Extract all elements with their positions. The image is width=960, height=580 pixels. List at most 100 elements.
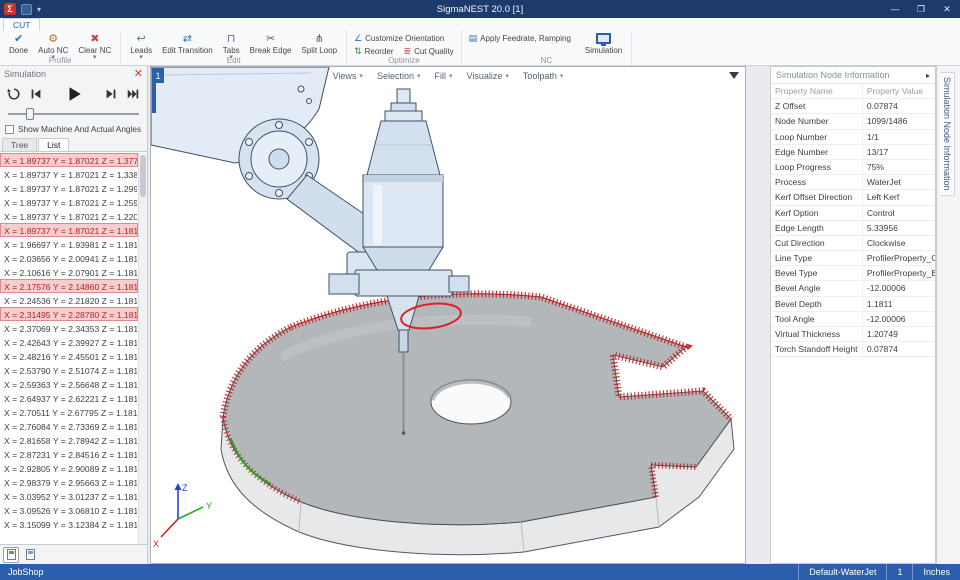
coordinate-row[interactable]: X = 2.70511 Y = 2.67795 Z = 1.18110 Ma — [0, 405, 138, 419]
coordinate-row[interactable]: X = 2.59363 Y = 2.56648 Z = 1.18110 Ma — [0, 377, 138, 391]
tab-tree[interactable]: Tree — [2, 138, 37, 151]
viewport-3d[interactable]: 1 Views▾ Selection▾ Fill▾ Visualize▾ Too… — [150, 66, 746, 564]
viewport-menu-item[interactable]: Views▾ — [333, 71, 363, 81]
property-row[interactable]: Bevel Angle -12.00006 — [771, 281, 935, 296]
done-button[interactable]: ✔ Done — [5, 32, 32, 56]
customize-orientation-button[interactable]: ∠ Customize Orientation — [351, 32, 457, 44]
slider-thumb[interactable] — [26, 108, 34, 120]
coordinate-row[interactable]: X = 1.89737 Y = 1.87021 Z = 1.18110 Ma — [0, 223, 138, 237]
coordinate-row[interactable]: X = 2.24536 Y = 2.21820 Z = 1.18110 Ma — [0, 293, 138, 307]
replay-loop-button[interactable] — [6, 86, 22, 102]
skip-to-start-button[interactable] — [28, 86, 44, 102]
split-loop-button[interactable]: ⋔ Split Loop — [297, 32, 341, 56]
property-row[interactable]: Torch Standoff Height 0.07874 — [771, 342, 935, 357]
viewport-menu-item[interactable]: Selection▾ — [377, 71, 421, 81]
skip-to-end-button[interactable] — [125, 86, 141, 102]
coordinate-row[interactable]: X = 2.76084 Y = 2.73369 Z = 1.18110 Ma — [0, 419, 138, 433]
property-value: ProfilerProperty_Cut — [863, 251, 935, 265]
tab-list[interactable]: List — [38, 138, 69, 151]
coordinate-row[interactable]: X = 2.42643 Y = 2.39927 Z = 1.18110 Ma — [0, 335, 138, 349]
break-edge-button[interactable]: ✂ Break Edge — [246, 32, 296, 56]
status-units[interactable]: Inches — [912, 564, 960, 580]
property-row[interactable]: Tool Angle -12.00006 — [771, 312, 935, 327]
coordinate-row[interactable]: X = 2.81658 Y = 2.78942 Z = 1.18110 Ma — [0, 433, 138, 447]
coordinate-row[interactable]: X = 2.48216 Y = 2.45501 Z = 1.18110 Ma — [0, 349, 138, 363]
app-icon[interactable]: Σ — [4, 3, 16, 15]
quick-access-icon[interactable] — [21, 4, 32, 15]
viewport-menu-item[interactable]: Fill▾ — [434, 71, 452, 81]
property-row[interactable]: Kerf Option Control — [771, 206, 935, 221]
simulation-panel-close-icon[interactable]: ✕ — [134, 67, 143, 81]
coordinate-row[interactable]: X = 2.37069 Y = 2.34353 Z = 1.18110 Ma — [0, 321, 138, 335]
sigmanest-window: Σ ▾ SigmaNEST 20.0 [1] — ❐ ✕ CUT ✔ Done … — [0, 0, 960, 580]
node-info-arrow-icon[interactable]: ▸ — [926, 71, 930, 80]
ribbon-tab-cut[interactable]: CUT — [3, 18, 40, 31]
menu-caret-icon: ▾ — [417, 72, 421, 80]
coordinate-row[interactable]: X = 2.10616 Y = 2.07901 Z = 1.18110 Ma — [0, 265, 138, 279]
sheet-tag-bar — [152, 83, 156, 113]
coordinate-row[interactable]: X = 3.03952 Y = 3.01237 Z = 1.18110 Ma — [0, 489, 138, 503]
simulation-progress-slider[interactable] — [8, 106, 139, 122]
sheet-tab-2[interactable] — [22, 547, 38, 563]
status-machine[interactable]: Default-WaterJet — [798, 564, 886, 580]
property-row[interactable]: Bevel Depth 1.1811 — [771, 297, 935, 312]
sheet-tab-1[interactable] — [3, 547, 19, 563]
status-sheet-number[interactable]: 1 — [886, 564, 912, 580]
property-row[interactable]: Loop Progress 75% — [771, 160, 935, 175]
edit-transition-button[interactable]: ⇄ Edit Transition — [158, 32, 217, 56]
close-button[interactable]: ✕ — [934, 0, 960, 18]
property-value: Clockwise — [863, 236, 935, 250]
property-row[interactable]: Virtual Thickness 1.20749 — [771, 327, 935, 342]
coordinate-row[interactable]: X = 2.03656 Y = 2.00941 Z = 1.18110 Ma — [0, 251, 138, 265]
property-name: Bevel Depth — [771, 297, 863, 311]
quick-access-caret-icon[interactable]: ▾ — [37, 5, 41, 14]
coordinate-text: X = 2.92805 Y = 2.90089 Z = 1.18110 Ma — [4, 464, 138, 474]
coordinate-row[interactable]: X = 2.64937 Y = 2.62221 Z = 1.18110 Ma — [0, 391, 138, 405]
viewport-menu-item[interactable]: Toolpath▾ — [523, 71, 564, 81]
property-row[interactable]: Edge Number 13/17 — [771, 145, 935, 160]
status-jobshop[interactable]: JobShop — [0, 567, 52, 577]
property-name: Kerf Option — [771, 206, 863, 220]
viewport-3d-canvas[interactable]: Z Y X — [151, 67, 745, 563]
minimize-button[interactable]: — — [882, 0, 908, 18]
coordinate-text: X = 1.89737 Y = 1.87021 Z = 1.25984 Ma — [4, 198, 138, 208]
coordinate-row[interactable]: X = 1.89737 Y = 1.87021 Z = 1.33858 Ma — [0, 167, 138, 181]
property-row[interactable]: Z Offset 0.07874 — [771, 99, 935, 114]
coordinate-row[interactable]: X = 2.17576 Y = 2.14860 Z = 1.18110 Ma — [0, 279, 138, 293]
list-scrollbar[interactable] — [138, 153, 147, 544]
coordinate-row[interactable]: X = 1.89737 Y = 1.87021 Z = 1.22047 Ma — [0, 209, 138, 223]
simulation-button[interactable]: Simulation — [581, 32, 626, 56]
coordinate-row[interactable]: X = 2.53790 Y = 2.51074 Z = 1.18110 Ma — [0, 363, 138, 377]
coordinate-text: X = 2.87231 Y = 2.84516 Z = 1.18110 Ma — [4, 450, 138, 460]
maximize-button[interactable]: ❐ — [908, 0, 934, 18]
viewport-menu-item[interactable]: Visualize▾ — [467, 71, 509, 81]
viewport-menu: Views▾ Selection▾ Fill▾ Visualize▾ Toolp… — [151, 71, 745, 81]
property-row[interactable]: Process WaterJet — [771, 175, 935, 190]
coordinate-row[interactable]: X = 1.89737 Y = 1.87021 Z = 1.37795 Ma — [0, 153, 138, 167]
side-tab-simulation-node-information[interactable]: Simulation Node Information — [940, 72, 955, 196]
apply-feedrate-ramping-toggle[interactable]: ▤ Apply Feedrate, Ramping — [466, 32, 574, 44]
coordinate-row[interactable]: X = 2.31495 Y = 2.28780 Z = 1.18110 Ma — [0, 307, 138, 321]
coordinate-text: X = 2.98379 Y = 2.95663 Z = 1.18110 Ma — [4, 478, 138, 488]
property-row[interactable]: Kerf Offset Direction Left Kerf — [771, 190, 935, 205]
coordinate-row[interactable]: X = 2.98379 Y = 2.95663 Z = 1.18110 Ma — [0, 475, 138, 489]
coordinate-row[interactable]: X = 3.09526 Y = 3.06810 Z = 1.18110 Ma — [0, 503, 138, 517]
coordinate-row[interactable]: X = 2.92805 Y = 2.90089 Z = 1.18110 Ma — [0, 461, 138, 475]
edit-transition-label: Edit Transition — [162, 46, 213, 55]
property-row[interactable]: Line Type ProfilerProperty_Cut — [771, 251, 935, 266]
show-machine-angles-checkbox[interactable]: Show Machine And Actual Angles — [0, 122, 147, 136]
property-row[interactable]: Cut Direction Clockwise — [771, 236, 935, 251]
coordinate-row[interactable]: X = 3.15099 Y = 3.12384 Z = 1.18110 Ma — [0, 517, 138, 531]
property-row[interactable]: Loop Number 1/1 — [771, 130, 935, 145]
property-row[interactable]: Bevel Type ProfilerProperty_Bevel — [771, 266, 935, 281]
checkbox-icon[interactable] — [5, 125, 14, 134]
list-scrollbar-thumb[interactable] — [140, 155, 146, 197]
step-forward-button[interactable] — [103, 86, 119, 102]
property-row[interactable]: Edge Length 5.33956 — [771, 221, 935, 236]
coordinate-row[interactable]: X = 2.87231 Y = 2.84516 Z = 1.18110 Ma — [0, 447, 138, 461]
play-button[interactable] — [63, 84, 85, 104]
property-row[interactable]: Node Number 1099/1486 — [771, 114, 935, 129]
coordinate-row[interactable]: X = 1.89737 Y = 1.87021 Z = 1.29921 Ma — [0, 181, 138, 195]
coordinate-row[interactable]: X = 1.89737 Y = 1.87021 Z = 1.25984 Ma — [0, 195, 138, 209]
coordinate-row[interactable]: X = 1.96697 Y = 1.93981 Z = 1.18110 Ma — [0, 237, 138, 251]
